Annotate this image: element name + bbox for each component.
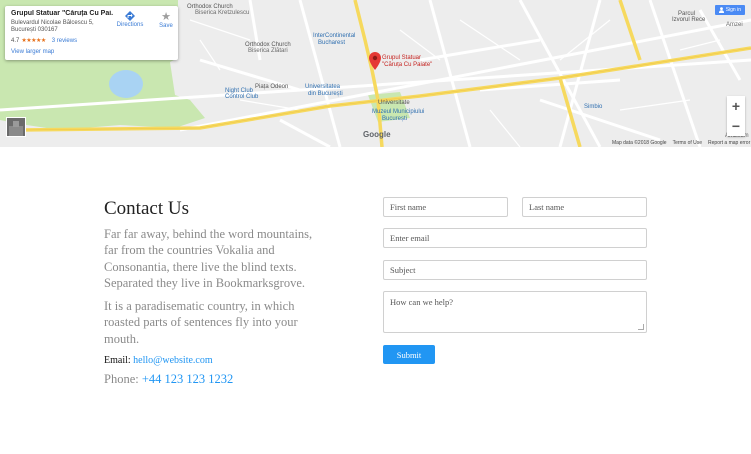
- sign-in-button[interactable]: Sign in: [714, 5, 745, 15]
- street-view-thumbnail[interactable]: [6, 117, 26, 137]
- first-name-input[interactable]: First name: [383, 197, 508, 217]
- sign-in-label: Sign in: [725, 7, 741, 13]
- map-poi-label: Muzeul Municipiului: [372, 109, 425, 115]
- zoom-in-button[interactable]: +: [727, 96, 745, 116]
- message-placeholder: How can we help?: [390, 297, 454, 307]
- map-label: Amzei: [726, 22, 743, 28]
- map-pin-icon[interactable]: [369, 52, 381, 70]
- place-address: Bulevardul Nicolae Bălcescu 5, București…: [11, 20, 106, 34]
- directions-button[interactable]: Directions: [116, 11, 144, 28]
- last-name-input[interactable]: Last name: [522, 197, 647, 217]
- phone-label: Phone:: [104, 372, 139, 386]
- map-label: Biserica Kretzulescu: [195, 10, 250, 16]
- embedded-map[interactable]: Orthodox Church Biserica Kretzulescu Ort…: [0, 0, 751, 147]
- place-rating: 4.7 ★★★★★ 3 reviews: [11, 37, 77, 45]
- address-line: Bulevardul Nicolae Bălcescu 5,: [11, 20, 94, 26]
- save-label: Save: [159, 23, 173, 29]
- map-label: Universitate: [378, 100, 410, 106]
- terms-link[interactable]: Terms of Use: [673, 140, 702, 146]
- map-label: Piața Odeon: [255, 84, 289, 90]
- map-poi-label: București: [382, 116, 408, 122]
- phone-info: Phone: +44 123 123 1232: [104, 372, 233, 387]
- rating-value: 4.7: [11, 37, 20, 44]
- zoom-out-button[interactable]: −: [727, 116, 745, 136]
- star-rating-icon: ★★★★★: [21, 38, 46, 44]
- submit-button[interactable]: Submit: [383, 345, 435, 364]
- subject-input[interactable]: Subject: [383, 260, 647, 280]
- address-line: București 030167: [11, 27, 58, 33]
- map-poi-label: Simbio: [584, 104, 603, 110]
- view-larger-map-link[interactable]: View larger map: [11, 49, 54, 55]
- map-poi-label: Bucharest: [318, 40, 346, 46]
- map-data-attribution: Map data ©2018 Google: [612, 140, 667, 146]
- map-label: Izvorul Rece: [672, 17, 706, 23]
- first-name-placeholder: First name: [390, 202, 427, 212]
- directions-icon: [125, 11, 135, 21]
- email-link[interactable]: hello@website.com: [133, 355, 212, 366]
- email-placeholder: Enter email: [390, 233, 430, 243]
- place-info-card: Grupul Statuar "Căruța Cu Pai... Bulevar…: [5, 6, 178, 60]
- reviews-link[interactable]: 3 reviews: [52, 38, 77, 44]
- subject-placeholder: Subject: [390, 265, 416, 275]
- page-title: Contact Us: [104, 198, 189, 219]
- place-title: Grupul Statuar "Căruța Cu Pai...: [11, 10, 113, 17]
- user-icon: [718, 7, 724, 13]
- report-error-link[interactable]: Report a map error: [708, 140, 750, 146]
- place-label: Grupul Statuar: [382, 55, 422, 61]
- google-logo-text: Google: [363, 130, 391, 139]
- save-button[interactable]: ★ Save: [156, 11, 176, 29]
- street-view-icon: [7, 118, 25, 136]
- intro-paragraph: Far far away, behind the word mountains,…: [104, 227, 313, 290]
- zoom-control: + −: [727, 96, 745, 136]
- message-textarea[interactable]: How can we help?: [383, 291, 647, 333]
- map-label: Biserica Zlătari: [248, 48, 288, 54]
- map-poi-label: Control Club: [225, 94, 259, 100]
- map-poi-label: InterContinental: [313, 33, 356, 39]
- email-input[interactable]: Enter email: [383, 228, 647, 248]
- star-icon: ★: [161, 11, 171, 23]
- intro-paragraph: It is a paradisematic country, in which …: [104, 299, 298, 346]
- google-logo: Google: [363, 130, 391, 139]
- place-label: "Căruța Cu Paiate": [382, 62, 433, 68]
- resize-handle-icon[interactable]: [638, 324, 644, 330]
- phone-link[interactable]: +44 123 123 1232: [142, 372, 233, 386]
- map-poi-label: din București: [308, 91, 343, 97]
- email-label: Email:: [104, 355, 131, 366]
- last-name-placeholder: Last name: [529, 202, 565, 212]
- email-info: Email: hello@website.com: [104, 355, 213, 366]
- directions-label: Directions: [116, 22, 144, 28]
- map-footer: Map data ©2018 Google Terms of Use Repor…: [612, 140, 750, 146]
- map-poi-label: Universitatea: [305, 84, 341, 90]
